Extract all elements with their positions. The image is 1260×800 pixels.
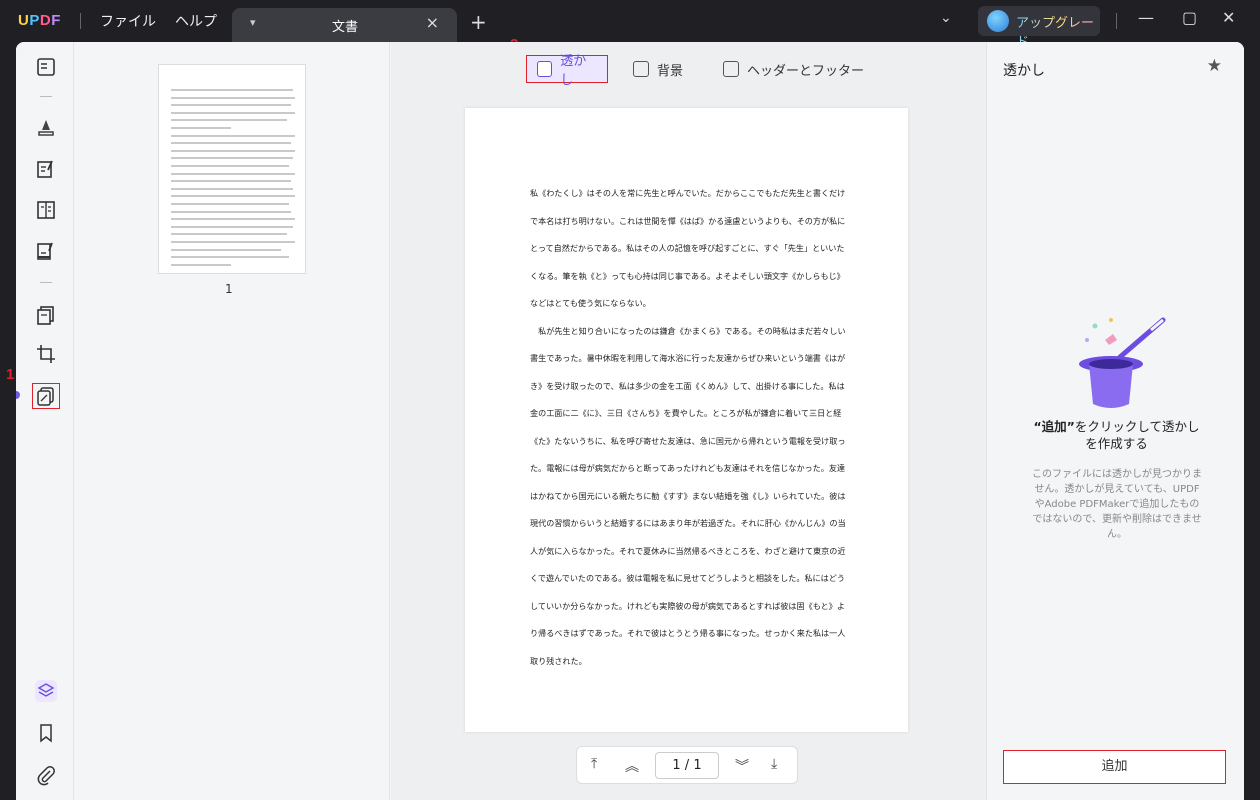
last-page-icon[interactable]: ⤓ bbox=[771, 756, 777, 772]
thumbnail-text-line bbox=[171, 96, 295, 99]
previous-page-icon[interactable]: ︽ bbox=[625, 756, 639, 776]
add-button[interactable]: 追加 bbox=[1003, 750, 1226, 784]
page-text: 私《わたくし》はその人を常に先生と呼んでいた。だからここでもただ先生と書くだけで… bbox=[530, 180, 852, 675]
watermark-panel: 透かし ★ “追加”をクリックして透かしを作成する このファイルには透かしが見つ… bbox=[986, 42, 1244, 800]
panel-title: 透かし bbox=[1003, 63, 1045, 79]
thumbnail-text-line bbox=[171, 187, 293, 190]
header-footer-icon bbox=[723, 61, 739, 77]
tab-close-icon[interactable]: × bbox=[426, 13, 439, 32]
thumbnail-text-line bbox=[171, 263, 231, 266]
thumbnail-text-line bbox=[171, 218, 295, 221]
minimize-icon[interactable]: — bbox=[1138, 8, 1154, 27]
menu-file[interactable]: ファイル bbox=[100, 11, 156, 31]
thumbnail-text-line bbox=[171, 157, 293, 160]
attachment-icon[interactable] bbox=[35, 764, 57, 786]
pdf-page[interactable]: 私《わたくし》はその人を常に先生と呼んでいた。だからここでもただ先生と書くだけで… bbox=[465, 108, 908, 732]
thumbnail-text-line bbox=[171, 233, 287, 236]
document-tab[interactable]: ▾ 文書 × bbox=[232, 8, 457, 42]
divider bbox=[1116, 13, 1117, 29]
menu-help[interactable]: ヘルプ bbox=[175, 11, 217, 31]
paragraph-1: 私《わたくし》はその人を常に先生と呼んでいた。だからここでもただ先生と書くだけで… bbox=[530, 188, 846, 308]
cta-text: をクリックして透かしを作成する bbox=[1074, 419, 1200, 451]
thumbnail-text-line bbox=[171, 165, 289, 167]
paragraph-2: 私が先生と知り合いになったのは鎌倉《かまくら》である。その時私はまだ若々しい書生… bbox=[530, 325, 846, 666]
thumbnail-text-line bbox=[171, 104, 291, 107]
thumbnail-text-line bbox=[171, 172, 295, 175]
watermark-tab-label: 透かし bbox=[560, 54, 587, 88]
thumbnail-page-number: 1 bbox=[225, 282, 233, 296]
thumbnail-text-line bbox=[171, 127, 231, 129]
header-footer-tab[interactable]: ヘッダーとフッター bbox=[723, 55, 864, 83]
add-watermark-hint: “追加”をクリックして透かしを作成する bbox=[1029, 418, 1204, 452]
form-icon[interactable] bbox=[35, 199, 57, 221]
thumbnail-text-line bbox=[171, 149, 295, 152]
edit-icon[interactable] bbox=[35, 158, 57, 180]
thumbnail-text-line bbox=[171, 241, 295, 243]
thumbnail-text-line bbox=[171, 134, 295, 137]
upgrade-button[interactable]: アップグレード bbox=[978, 6, 1100, 50]
divider bbox=[40, 282, 52, 283]
thumbnail-text-line bbox=[171, 89, 293, 91]
thumbnail-text-line bbox=[171, 180, 291, 183]
tab-dropdown-icon[interactable]: ▾ bbox=[250, 16, 256, 29]
divider bbox=[80, 13, 81, 29]
app-body: 1 透かし 背景 ヘッダーとフッター 私《わたくし》はその人を常に先生と呼んでい… bbox=[16, 42, 1244, 800]
layers-icon[interactable] bbox=[35, 680, 57, 702]
thumbnail-text-line bbox=[171, 142, 291, 145]
organize-icon[interactable] bbox=[35, 304, 57, 326]
title-bar: UPDF ファイル ヘルプ ▾ 文書 × + ⌄ アップグレード — ▢ ✕ bbox=[0, 0, 1260, 50]
header-footer-tab-label: ヘッダーとフッター bbox=[747, 63, 865, 79]
bookmark-icon[interactable] bbox=[35, 722, 57, 744]
reader-icon[interactable] bbox=[35, 56, 57, 78]
chevron-down-icon[interactable]: ⌄ bbox=[940, 10, 952, 26]
step-marker-1: 1 bbox=[6, 366, 15, 383]
cta-bold: “追加” bbox=[1033, 419, 1075, 434]
background-tab-label: 背景 bbox=[657, 63, 684, 79]
thumbnail-text-line bbox=[171, 119, 287, 122]
thumbnail-text-line bbox=[171, 111, 295, 114]
page-number-input[interactable]: 1 / 1 bbox=[655, 752, 719, 779]
page-navigator: ⤒ ︽ 1 / 1 ︾ ⤓ bbox=[576, 746, 798, 784]
thumbnail-text-line bbox=[171, 210, 291, 213]
watermark-icon bbox=[537, 61, 553, 77]
new-tab-icon[interactable]: + bbox=[470, 10, 487, 34]
watermark-tab[interactable]: 透かし bbox=[526, 54, 608, 88]
updf-logo: UPDF bbox=[18, 12, 61, 29]
next-page-icon[interactable]: ︾ bbox=[735, 756, 749, 776]
background-icon bbox=[633, 61, 649, 77]
maximize-icon[interactable]: ▢ bbox=[1182, 8, 1197, 27]
document-area: 透かし 背景 ヘッダーとフッター 私《わたくし》はその人を常に先生と呼んでいた。… bbox=[391, 42, 986, 800]
comment-icon[interactable] bbox=[35, 116, 57, 138]
globe-icon bbox=[987, 10, 1009, 32]
left-toolbar bbox=[16, 42, 74, 800]
watermark-icon[interactable] bbox=[35, 385, 57, 407]
star-icon[interactable]: ★ bbox=[1207, 56, 1222, 76]
background-tab[interactable]: 背景 bbox=[633, 55, 683, 83]
page-thumbnail[interactable] bbox=[158, 64, 306, 274]
thumbnail-text-line bbox=[171, 225, 293, 228]
no-watermark-description: このファイルには透かしが見つかりません。透かしが見えていても、UPDFやAdob… bbox=[1032, 469, 1202, 540]
tab-title: 文書 bbox=[332, 20, 359, 35]
active-indicator bbox=[16, 391, 20, 399]
thumbnail-panel: 1 bbox=[75, 42, 390, 800]
thumbnail-text-line bbox=[171, 256, 289, 259]
magic-hat-icon bbox=[1079, 317, 1166, 408]
thumbnail-text-line bbox=[171, 195, 295, 198]
crop-icon[interactable] bbox=[35, 343, 57, 365]
first-page-icon[interactable]: ⤒ bbox=[591, 756, 597, 772]
divider bbox=[40, 96, 52, 97]
window-close-icon[interactable]: ✕ bbox=[1222, 8, 1235, 27]
fill-sign-icon[interactable] bbox=[35, 240, 57, 262]
thumbnail-text-line bbox=[171, 203, 289, 205]
thumbnail-text-line bbox=[171, 248, 281, 251]
